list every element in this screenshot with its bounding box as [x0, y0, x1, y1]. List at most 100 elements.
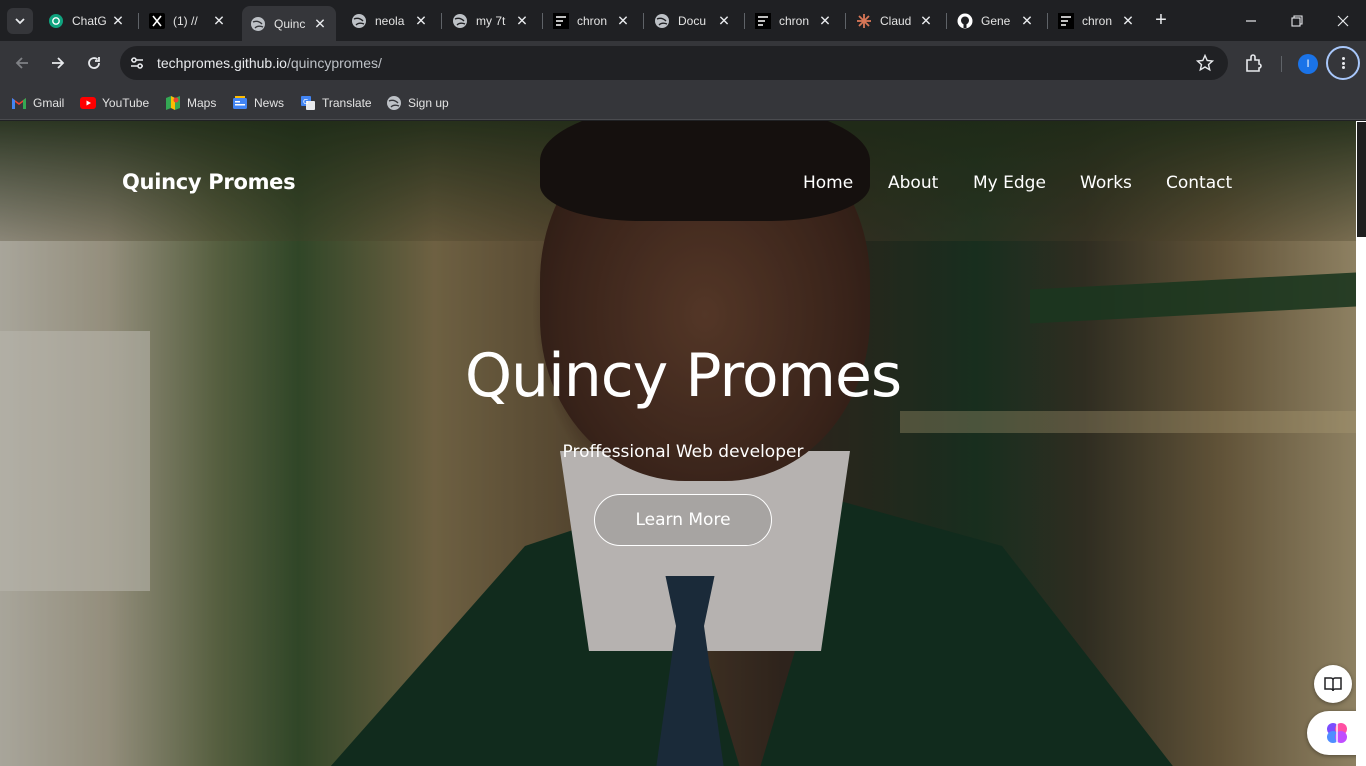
doc-icon [755, 12, 771, 29]
tab-docu[interactable]: Docu ✕ [646, 6, 740, 35]
tab-separator [441, 13, 442, 29]
browser-toolbar: techpromes.github.io/quincypromes/ I [0, 41, 1366, 86]
tab-title: ChatG [72, 13, 106, 28]
tab-separator [845, 13, 846, 29]
tab-claude[interactable]: Claud ✕ [848, 6, 942, 35]
close-icon[interactable]: ✕ [615, 12, 631, 29]
bookmark-label: Maps [187, 96, 217, 110]
tab-title: chron [577, 13, 608, 28]
tab-title: Claud [880, 13, 912, 28]
tab-title: Quinc [274, 16, 306, 31]
tab-title: (1) // [173, 13, 198, 28]
x-icon [149, 12, 165, 29]
nav-home[interactable]: Home [803, 173, 853, 193]
close-icon[interactable]: ✕ [817, 12, 833, 29]
bookmark-label: Sign up [408, 96, 449, 110]
url-text[interactable]: techpromes.github.io/quincypromes/ [157, 55, 382, 71]
profile-avatar[interactable]: I [1298, 54, 1318, 74]
reload-icon [88, 57, 100, 69]
chatgpt-icon [48, 13, 64, 29]
nav-about[interactable]: About [888, 173, 938, 193]
site-logo[interactable]: Quincy Promes [122, 170, 296, 194]
back-button[interactable] [8, 49, 36, 77]
nav-my-edge[interactable]: My Edge [973, 173, 1046, 193]
tab-separator [138, 13, 139, 29]
close-icon[interactable]: ✕ [413, 12, 429, 29]
tab-title: neola [375, 13, 405, 28]
close-window-icon [1337, 15, 1349, 26]
tab-separator [744, 13, 745, 29]
maps-icon [165, 95, 181, 111]
reload-button[interactable] [80, 49, 108, 77]
tab-chatgpt[interactable]: ChatG ✕ [40, 6, 134, 35]
close-window-button[interactable] [1320, 0, 1366, 41]
extensions-icon[interactable] [1242, 52, 1264, 74]
book-icon [1324, 677, 1342, 692]
new-tab-button[interactable]: + [1150, 9, 1172, 31]
nav-works[interactable]: Works [1080, 173, 1132, 193]
tab-search-button[interactable] [7, 8, 33, 34]
close-icon[interactable]: ✕ [1120, 12, 1136, 29]
close-icon[interactable]: ✕ [110, 12, 126, 29]
url-path: /quincypromes/ [286, 55, 382, 71]
tab-separator [643, 13, 644, 29]
youtube-icon [80, 95, 96, 111]
browser-menu-button[interactable] [1326, 46, 1360, 80]
hero-subtitle: Proffessional Web developer [562, 442, 804, 462]
tab-separator [542, 13, 543, 29]
restore-icon [1291, 14, 1303, 27]
back-arrow-icon [15, 57, 28, 69]
tab-chron-2[interactable]: chron ✕ [747, 6, 841, 35]
close-icon[interactable]: ✕ [1019, 12, 1035, 29]
tab-separator [1047, 13, 1048, 29]
tab-chron-3[interactable]: chron ✕ [1050, 6, 1144, 35]
tab-x[interactable]: (1) // ✕ [141, 6, 235, 35]
forward-button[interactable] [44, 49, 72, 77]
globe-icon [250, 16, 266, 32]
close-icon[interactable]: ✕ [211, 12, 227, 29]
bookmark-youtube[interactable]: YouTube [80, 93, 149, 113]
globe-icon [452, 13, 468, 29]
github-icon [957, 13, 973, 29]
globe-icon [351, 13, 367, 29]
claude-icon [856, 13, 872, 29]
close-icon[interactable]: ✕ [716, 12, 732, 29]
toolbar-divider [1281, 56, 1282, 72]
bookmark-label: YouTube [102, 96, 150, 110]
bookmark-star-icon[interactable] [1196, 54, 1214, 72]
bookmark-gmail[interactable]: Gmail [11, 93, 64, 113]
ai-assistant-button[interactable] [1307, 711, 1356, 755]
bookmark-label: Translate [322, 96, 372, 110]
tab-title: my 7t [476, 13, 506, 28]
globe-icon [386, 95, 402, 111]
tab-strip: ChatG ✕ (1) // ✕ Quinc ✕ neola ✕ my 7t ✕… [0, 0, 1366, 41]
tab-github[interactable]: Gene ✕ [949, 6, 1043, 35]
tab-quincy-active[interactable]: Quinc ✕ [242, 6, 336, 41]
tab-title: chron [779, 13, 810, 28]
learn-more-button[interactable]: Learn More [594, 494, 772, 546]
site-settings-icon[interactable] [128, 54, 146, 72]
bookmark-label: News [254, 96, 285, 110]
address-bar[interactable]: techpromes.github.io/quincypromes/ [120, 46, 1228, 80]
brain-icon [1327, 723, 1347, 743]
tab-my7[interactable]: my 7t ✕ [444, 6, 538, 35]
restore-button[interactable] [1274, 0, 1320, 41]
bookmark-news[interactable]: News [232, 93, 284, 113]
tab-title: Gene [981, 13, 1011, 28]
tab-chron-1[interactable]: chron ✕ [545, 6, 639, 35]
close-icon[interactable]: ✕ [312, 15, 328, 32]
doc-icon [553, 12, 569, 29]
url-host: techpromes.github.io [157, 55, 287, 71]
reading-mode-button[interactable] [1314, 665, 1352, 703]
nav-contact[interactable]: Contact [1166, 173, 1232, 193]
close-icon[interactable]: ✕ [918, 12, 934, 29]
page-scrollbar-thumb[interactable] [1357, 122, 1366, 237]
tab-neola[interactable]: neola ✕ [343, 6, 437, 35]
bookmark-maps[interactable]: Maps [165, 93, 216, 113]
bookmark-sign-up[interactable]: Sign up [386, 93, 449, 113]
bookmark-translate[interactable]: G Translate [300, 93, 372, 113]
gmail-icon [11, 95, 27, 111]
bookmark-label: Gmail [33, 96, 65, 110]
minimize-button[interactable] [1228, 0, 1274, 41]
close-icon[interactable]: ✕ [514, 12, 530, 29]
